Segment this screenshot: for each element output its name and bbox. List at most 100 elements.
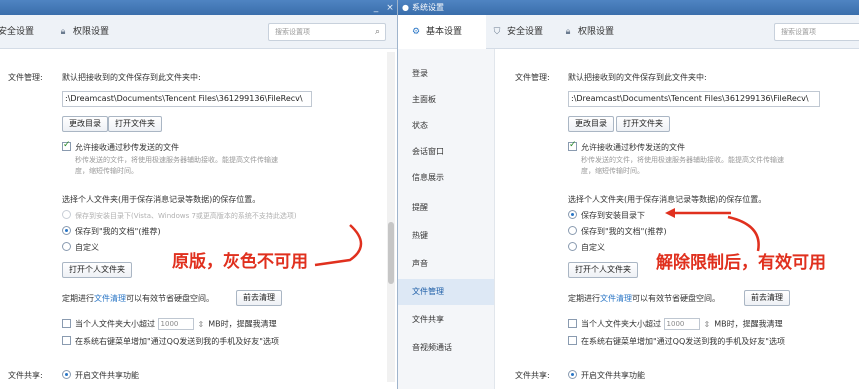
radio-unselected[interactable] [568,226,577,235]
file-management-label: 文件管理: [8,73,43,82]
flash-desc-line2: 度，缩短传输时间。 [75,167,138,175]
opt-custom[interactable]: 自定义 [62,242,99,253]
tab-permissions[interactable]: 🔒︎ 权限设置 [57,15,109,49]
go-cleanup-button[interactable]: 前去清理 [744,290,790,306]
search-placeholder: 搜索设置项 [275,28,310,36]
annotation-curve [727,215,760,252]
opt-install-dir-label: 保存到安装目录下(Vista、Windows 7或更高版本的系统不支持此选项) [75,212,297,220]
opt-my-docs-label: 保存到"我的文档"(推荐) [75,227,161,236]
sidebar-item-info-display[interactable]: 信息展示 [398,165,494,191]
tab-basic[interactable]: ⚙ 基本设置 [398,15,486,49]
checkbox-unchecked[interactable] [62,336,71,345]
context-menu-label: 在系统右键菜单增加"通过QQ发送到我的手机及好友"选项 [75,337,279,346]
checkbox-checked[interactable] [568,140,577,151]
sidebar-item-chat-window[interactable]: 会话窗口 [398,139,494,165]
stepper-arrows-icon[interactable]: ⇕ [704,320,711,329]
open-folder-button[interactable]: 打开文件夹 [108,116,162,132]
opt-install-dir-disabled: 保存到安装目录下(Vista、Windows 7或更高版本的系统不支持此选项) [62,210,297,221]
gear-icon: ⚙ [411,27,421,37]
stepper-arrows-icon[interactable]: ⇕ [198,320,205,329]
sidebar-item-file-sharing[interactable]: 文件共享 [398,307,494,333]
sidebar-item-status[interactable]: 状态 [398,113,494,139]
allow-flash-checkbox[interactable]: 允许接收通过秒传发送的文件 [62,140,179,153]
choose-folder-heading: 选择个人文件夹(用于保存消息记录等数据)的保存位置。 [568,195,767,204]
annotation-arrow [314,224,363,267]
tab-security-label: 安全设置 [507,27,544,37]
minimize-button[interactable]: _ [369,3,383,13]
sidebar-item-av-calls[interactable]: 音视频通话 [398,335,494,361]
context-menu-option[interactable]: 在系统右键菜单增加"通过QQ发送到我的手机及好友"选项 [62,336,279,347]
radio-selected[interactable] [62,370,71,379]
flash-desc-line2: 度，缩短传输时间。 [581,167,644,175]
sidebar-item-hotkeys[interactable]: 热键 [398,223,494,249]
search-icon[interactable]: ⌕ [375,24,380,40]
tab-permissions[interactable]: 🔒︎ 权限设置 [562,15,614,49]
file-share-label: 文件共享: [8,371,43,380]
change-dir-button[interactable]: 更改目录 [568,116,614,132]
file-share-option[interactable]: 开启文件共享功能 [62,370,139,381]
size-pre: 当个人文件夹大小超过 [581,319,661,329]
opt-install-dir[interactable]: 保存到安装目录下 [568,210,645,221]
radio-selected[interactable] [62,226,71,235]
cleanup-post: 可以有效节省硬盘空间。 [632,294,720,303]
tab-basic-label: 基本设置 [426,27,463,37]
size-warning-option[interactable]: 当个人文件夹大小超过 1000 ⇕ MB时，提醒我清理 [568,318,783,330]
checkbox-unchecked[interactable] [62,318,71,328]
radio-selected[interactable] [568,210,577,219]
cleanup-link[interactable]: 文件清理 [600,294,632,303]
lock-icon: 🔒︎ [565,27,571,37]
search-input[interactable]: 搜索设置项 [774,23,859,41]
go-cleanup-button[interactable]: 前去清理 [236,290,282,306]
sidebar-item-main-panel[interactable]: 主面板 [398,87,494,113]
scrollbar[interactable] [387,52,395,382]
opt-install-dir-label: 保存到安装目录下 [581,211,645,220]
checkbox-checked[interactable] [62,140,71,151]
open-personal-folder-button[interactable]: 打开个人文件夹 [568,262,638,278]
save-folder-intro: 默认把接收到的文件保存到此文件夹中: [62,73,201,82]
opt-my-docs[interactable]: 保存到"我的文档"(推荐) [62,226,161,237]
radio-unselected[interactable] [62,242,71,251]
save-path-field[interactable]: :\Dreamcast\Documents\Tencent Files\3612… [568,91,820,107]
opt-custom[interactable]: 自定义 [568,242,605,253]
file-share-label: 文件共享: [515,371,550,380]
sidebar-item-login[interactable]: 登录 [398,61,494,87]
size-stepper[interactable]: 1000 [157,318,194,330]
sidebar-item-file-management[interactable]: 文件管理 [398,279,494,305]
tab-security[interactable]: 安全设置 [0,15,34,49]
settings-sidebar: 登录 主面板 状态 会话窗口 信息展示 提醒 热键 声音 文件管理 文件共享 音… [398,49,495,389]
tab-security-label: 安全设置 [0,27,35,37]
size-warning-option[interactable]: 当个人文件夹大小超过 1000 ⇕ MB时，提醒我清理 [62,318,277,330]
left-settings-pane: _ × 安全设置 🔒︎ 权限设置 搜索设置项 ⌕ 文件管理: 默认把接收到的文件保… [0,0,397,389]
sidebar-item-reminders[interactable]: 提醒 [398,195,494,221]
checkbox-unchecked[interactable] [568,336,577,345]
change-dir-button[interactable]: 更改目录 [62,116,108,132]
allow-flash-label: 允许接收通过秒传发送的文件 [581,143,685,152]
size-post: MB时，提醒我清理 [714,319,783,329]
search-input[interactable]: 搜索设置项 ⌕ [268,23,386,41]
radio-selected[interactable] [568,370,577,379]
flash-desc-line1: 秒传发送的文件，将使用极速服务器辅助接收。能提高文件传输速 [75,156,278,164]
tab-security[interactable]: ⛉ 安全设置 [491,15,543,49]
sidebar-item-sound[interactable]: 声音 [398,251,494,277]
save-path-field[interactable]: :\Dreamcast\Documents\Tencent Files\3612… [62,91,312,107]
file-share-option[interactable]: 开启文件共享功能 [568,370,645,381]
allow-flash-checkbox[interactable]: 允许接收通过秒传发送的文件 [568,140,685,153]
close-button[interactable]: × [383,3,397,13]
left-tabbar: 安全设置 🔒︎ 权限设置 搜索设置项 ⌕ [0,15,397,49]
radio-unselected[interactable] [568,242,577,251]
size-post: MB时，提醒我清理 [208,319,277,329]
open-personal-folder-button[interactable]: 打开个人文件夹 [62,262,132,278]
cleanup-link[interactable]: 文件清理 [94,294,126,303]
open-folder-button[interactable]: 打开文件夹 [616,116,670,132]
checkbox-unchecked[interactable] [568,318,577,328]
size-stepper[interactable]: 1000 [663,318,700,330]
context-menu-label: 在系统右键菜单增加"通过QQ发送到我的手机及好友"选项 [581,337,785,346]
window-title: 系统设置 [411,3,444,12]
file-share-option-label: 开启文件共享功能 [581,371,645,380]
right-titlebar: ● 系统设置 [398,0,859,15]
context-menu-option[interactable]: 在系统右键菜单增加"通过QQ发送到我的手机及好友"选项 [568,336,785,347]
opt-my-docs[interactable]: 保存到"我的文档"(推荐) [568,226,667,237]
scrollbar-thumb[interactable] [388,222,394,284]
cleanup-text: 定期进行文件清理可以有效节省硬盘空间。 [568,293,720,304]
cleanup-text: 定期进行文件清理可以有效节省硬盘空间。 [62,293,214,304]
